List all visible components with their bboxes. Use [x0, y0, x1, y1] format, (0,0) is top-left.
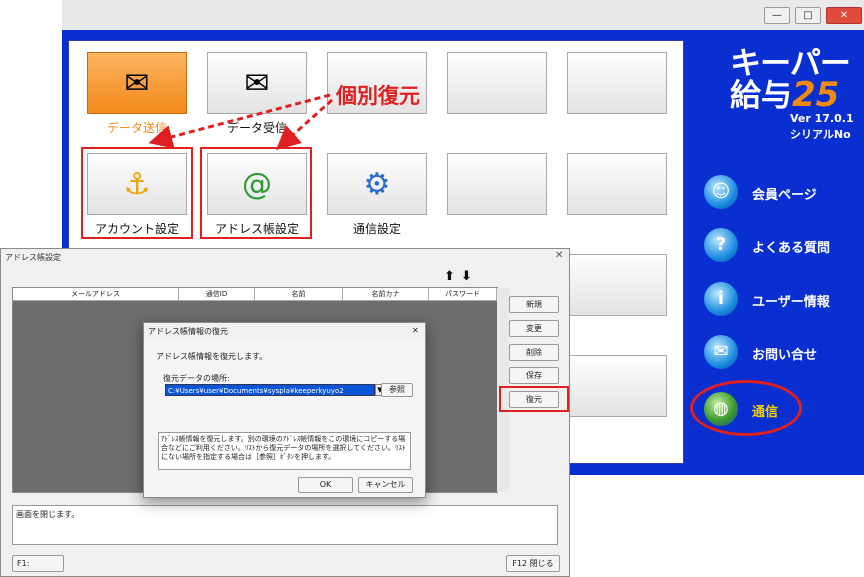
arrow-to-address [276, 98, 333, 150]
browse-button[interactable]: 参照 [381, 383, 413, 397]
dialog-heading: アドレス帳情報を復元します。 [156, 352, 268, 361]
close-icon[interactable]: ✕ [412, 326, 419, 335]
f1-button[interactable]: F1: [12, 555, 64, 572]
column-header[interactable]: パスワード [429, 288, 497, 301]
location-label: 復元データの場所: [163, 374, 230, 383]
grid-header: メールアドレス 通信ID 名前 名前カナ パスワード [13, 288, 497, 301]
dialog-title: アドレス帳設定 [5, 253, 61, 262]
dialog-title: アドレス帳情報の復元 [144, 323, 425, 341]
ok-button[interactable]: OK [298, 477, 353, 493]
column-header[interactable]: 通信ID [179, 288, 255, 301]
message-area: 画面を閉じます。 [12, 505, 558, 545]
f12-close-button[interactable]: F12 閉じる [506, 555, 560, 572]
delete-button[interactable]: 削除 [509, 344, 559, 361]
description-box: ｱﾄﾞﾚｽ帳情報を復元します。別の環境のｱﾄﾞﾚｽ帳情報をこの環境にコピーする場… [158, 432, 411, 470]
save-button[interactable]: 保存 [509, 367, 559, 384]
move-up-button[interactable]: ⬆ [444, 269, 455, 284]
cancel-button[interactable]: キャンセル [358, 477, 413, 493]
restore-dialog: アドレス帳情報の復元 ✕ アドレス帳情報を復元します。 復元データの場所: C:… [143, 322, 426, 498]
move-down-button[interactable]: ⬇ [461, 269, 472, 284]
column-header[interactable]: 名前カナ [343, 288, 429, 301]
location-select[interactable]: C:¥Users¥user¥Documents¥syspla¥keeperkyu… [165, 384, 375, 396]
highlight-box [499, 386, 569, 412]
close-icon[interactable]: ✕ [555, 250, 563, 261]
column-header[interactable]: 名前 [255, 288, 343, 301]
new-button[interactable]: 新規 [509, 296, 559, 313]
edit-button[interactable]: 変更 [509, 320, 559, 337]
column-header[interactable]: メールアドレス [13, 288, 179, 301]
arrow-to-account [148, 93, 331, 149]
